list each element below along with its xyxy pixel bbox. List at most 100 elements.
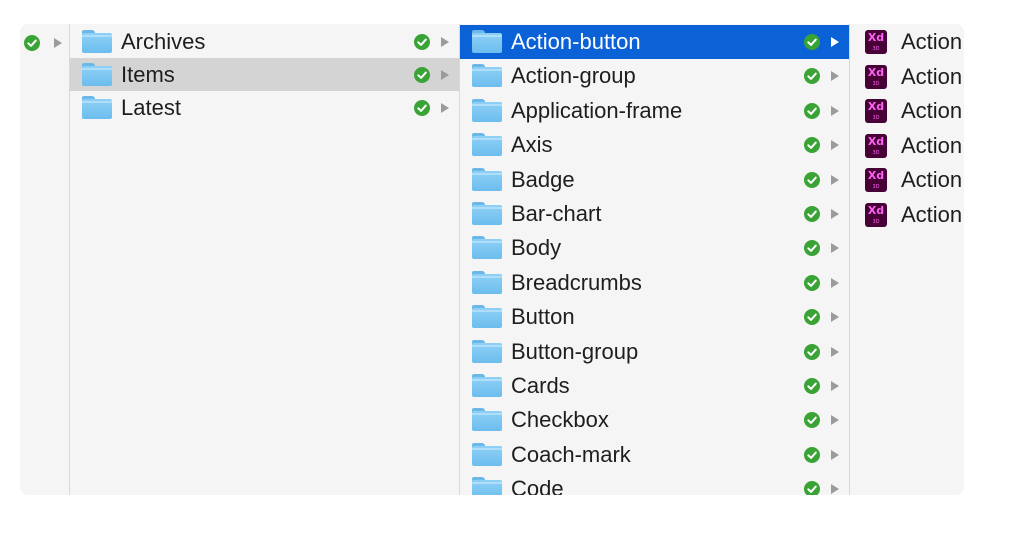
- folder-icon: [472, 202, 502, 225]
- synced-check-icon: [804, 378, 820, 394]
- folder-name: Button: [511, 304, 575, 330]
- synced-check-icon: [804, 309, 820, 326]
- folder-row[interactable]: Bar-chart: [460, 197, 849, 231]
- xd-file-icon: Xd 3D: [865, 30, 887, 54]
- disclosure-arrow-icon[interactable]: [831, 209, 839, 219]
- folder-name: Action-button: [511, 29, 641, 54]
- xd-icon-subtext: 3D: [872, 115, 880, 122]
- disclosure-arrow-icon[interactable]: [831, 71, 839, 82]
- folder-icon: [472, 167, 502, 191]
- synced-check-icon: [804, 240, 820, 257]
- folder-icon: [82, 96, 112, 119]
- file-row[interactable]: Xd 3D Action: [850, 129, 964, 163]
- synced-check-icon: [804, 446, 820, 463]
- disclosure-arrow-icon[interactable]: [831, 243, 839, 254]
- synced-check-icon: [804, 343, 820, 360]
- disclosure-arrow-icon[interactable]: [831, 277, 839, 288]
- folder-row[interactable]: Coach-mark: [460, 438, 849, 472]
- file-row[interactable]: Xd 3D Action: [850, 163, 964, 197]
- synced-check-icon: [804, 171, 820, 188]
- disclosure-arrow-icon[interactable]: [831, 174, 839, 185]
- disclosure-arrow-icon[interactable]: [831, 140, 839, 151]
- xd-file-icon: Xd 3D: [865, 203, 887, 227]
- folder-name: Application-frame: [511, 97, 683, 123]
- disclosure-arrow-icon[interactable]: [54, 38, 62, 48]
- xd-icon-text: Xd: [867, 100, 885, 114]
- synced-check-icon: [804, 274, 820, 291]
- folder-row[interactable]: Breadcrumbs: [460, 266, 849, 300]
- column-files[interactable]: Xd 3D Action Xd 3D Action Xd 3D Action Xd 3D Action…: [850, 24, 964, 495]
- file-row[interactable]: Xd 3D Action: [850, 25, 964, 59]
- root-row[interactable]: [20, 26, 69, 60]
- xd-file-icon: Xd 3D: [865, 133, 887, 158]
- synced-check-icon: [804, 137, 820, 154]
- xd-icon-subtext: 3D: [872, 219, 880, 225]
- folder-row[interactable]: Checkbox: [460, 403, 849, 437]
- synced-check-icon: [414, 34, 430, 50]
- synced-check-icon: [804, 412, 820, 429]
- file-row[interactable]: Xd 3D Action: [850, 60, 964, 94]
- synced-check-icon: [804, 68, 820, 85]
- disclosure-arrow-icon[interactable]: [441, 103, 449, 113]
- folder-icon: [472, 477, 502, 495]
- xd-icon-subtext: 3D: [872, 184, 880, 191]
- folder-name: Badge: [511, 166, 575, 192]
- disclosure-arrow-icon[interactable]: [441, 70, 449, 80]
- disclosure-arrow-icon[interactable]: [441, 37, 449, 47]
- folder-name: Checkbox: [511, 407, 609, 433]
- folder-row[interactable]: Body: [460, 231, 849, 265]
- folder-row[interactable]: Action-button: [460, 25, 849, 59]
- folder-name: Button-group: [511, 338, 639, 364]
- folder-name: Code: [511, 476, 564, 495]
- disclosure-arrow-icon[interactable]: [831, 484, 839, 495]
- disclosure-arrow-icon[interactable]: [831, 37, 839, 47]
- folder-name: Latest: [121, 95, 181, 120]
- disclosure-arrow-icon[interactable]: [831, 346, 839, 357]
- folder-icon: [472, 236, 502, 260]
- folder-icon: [82, 30, 112, 53]
- column-parent[interactable]: Archives Items Latest: [70, 24, 459, 495]
- disclosure-arrow-icon[interactable]: [831, 381, 839, 391]
- folder-name: Coach-mark: [511, 441, 631, 467]
- folder-row[interactable]: Items: [70, 58, 459, 91]
- disclosure-arrow-icon[interactable]: [831, 312, 839, 323]
- folder-row[interactable]: Cards: [460, 369, 849, 403]
- folder-icon: [472, 339, 502, 363]
- synced-check-icon: [804, 34, 820, 50]
- xd-icon-text: Xd: [867, 65, 885, 79]
- file-row[interactable]: Xd 3D Action: [850, 198, 964, 232]
- folder-row[interactable]: Badge: [460, 163, 849, 197]
- folder-icon: [472, 305, 502, 329]
- folder-name: Axis: [511, 132, 553, 158]
- xd-icon-subtext: 3D: [872, 149, 880, 156]
- xd-icon-subtext: 3D: [872, 46, 880, 52]
- file-row[interactable]: Xd 3D Action: [850, 94, 964, 128]
- folder-icon: [472, 30, 502, 53]
- file-name: Action: [901, 29, 963, 54]
- folder-row[interactable]: Action-group: [460, 59, 849, 93]
- synced-check-icon: [804, 102, 820, 119]
- folder-row[interactable]: Button: [460, 300, 849, 334]
- folder-icon: [472, 133, 502, 157]
- folder-row[interactable]: Archives: [70, 25, 459, 58]
- disclosure-arrow-icon[interactable]: [831, 415, 839, 426]
- folder-row[interactable]: Axis: [460, 128, 849, 162]
- folder-name: Breadcrumbs: [511, 269, 642, 295]
- disclosure-arrow-icon[interactable]: [831, 449, 839, 460]
- folder-row[interactable]: Button-group: [460, 335, 849, 369]
- folder-row[interactable]: Code: [460, 472, 849, 495]
- folder-row[interactable]: Latest: [70, 91, 459, 124]
- column-browser: Archives Items Latest Action-button Action-…: [20, 24, 964, 495]
- column-root[interactable]: [20, 24, 69, 495]
- file-name: Action: [901, 132, 963, 158]
- folder-name: Action-group: [511, 63, 636, 89]
- xd-icon-text: Xd: [867, 204, 885, 217]
- folder-name: Archives: [121, 29, 206, 54]
- folder-row[interactable]: Application-frame: [460, 94, 849, 128]
- folder-name: Body: [511, 235, 562, 261]
- synced-check-icon: [804, 206, 820, 222]
- xd-icon-text: Xd: [867, 31, 885, 44]
- disclosure-arrow-icon[interactable]: [831, 105, 839, 116]
- column-items[interactable]: Action-button Action-group Application-fra…: [460, 24, 849, 495]
- folder-name: Bar-chart: [511, 201, 602, 226]
